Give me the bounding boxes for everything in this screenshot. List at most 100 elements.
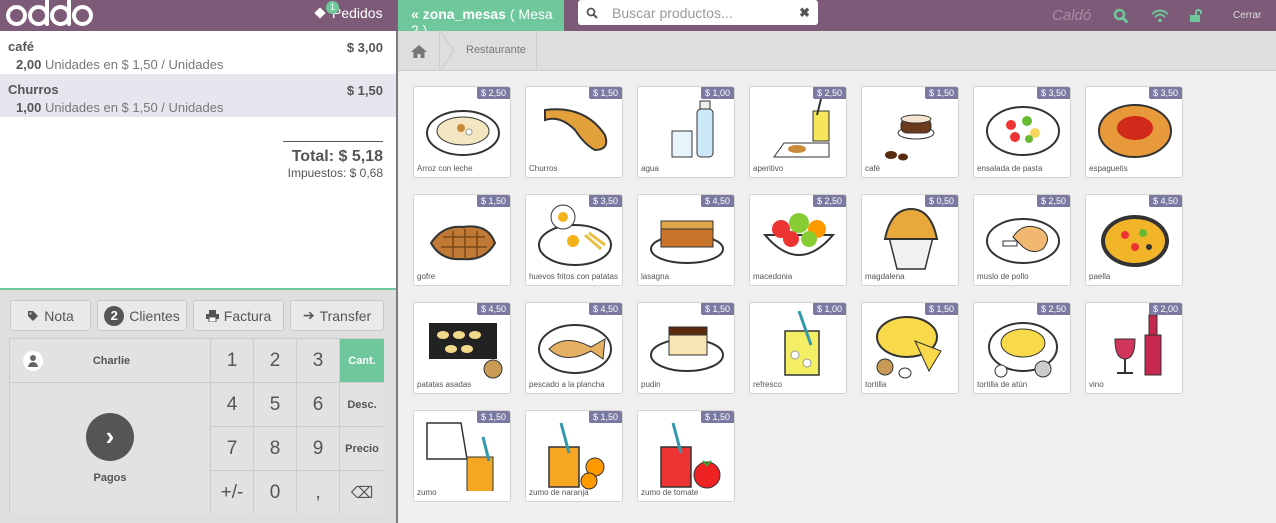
- product-tile[interactable]: $ 1,50 pudin: [637, 302, 735, 394]
- product-tile[interactable]: $ 4,50 pescado a la plancha: [525, 302, 623, 394]
- product-name: muslo de pollo: [977, 272, 1029, 281]
- product-tile[interactable]: $ 3,50 espaguetis: [1085, 86, 1183, 178]
- tuna-omelette-icon: [988, 322, 1058, 378]
- numpad-key-2[interactable]: 2: [254, 339, 296, 382]
- numpad-key-1[interactable]: 1: [211, 339, 253, 382]
- tomato-juice-icon: [660, 422, 721, 489]
- breadcrumb-category[interactable]: Restaurante: [466, 44, 526, 56]
- product-price: $ 1,50: [476, 411, 510, 423]
- product-tile[interactable]: $ 3,50 ensalada de pasta: [973, 86, 1071, 178]
- product-price: $ 4,50: [476, 303, 510, 315]
- order-line[interactable]: café $ 3,00 2,00 Unidades en $ 1,50 / Un…: [0, 31, 396, 74]
- product-tile[interactable]: $ 2,50 macedonia: [749, 194, 847, 286]
- numpad-key-7[interactable]: 7: [211, 427, 253, 470]
- numpad-key-plus-minus[interactable]: +/-: [211, 471, 253, 514]
- customer-name: Charlie: [92, 354, 131, 367]
- note-button[interactable]: Nota: [10, 300, 91, 331]
- product-tile[interactable]: $ 1,00 refresco: [749, 302, 847, 394]
- product-name: gofre: [417, 272, 436, 281]
- product-tile[interactable]: $ 1,50 zumo de naranja: [525, 410, 623, 502]
- username[interactable]: Caldó: [1052, 0, 1091, 31]
- unlock-icon[interactable]: [1189, 0, 1203, 31]
- product-price: $ 1,50: [924, 303, 958, 315]
- search-box[interactable]: Buscar productos... ✖: [578, 0, 818, 25]
- product-tile[interactable]: $ 2,50 tortilla de atún: [973, 302, 1071, 394]
- order-lines: café $ 3,00 2,00 Unidades en $ 1,50 / Un…: [0, 31, 396, 288]
- customer-button[interactable]: Charlie: [10, 339, 210, 382]
- churros-icon: [544, 108, 608, 152]
- numpad-key-0[interactable]: 0: [254, 471, 296, 514]
- search-icon: [586, 7, 598, 19]
- product-tile[interactable]: $ 1,50 zumo de tomate: [637, 410, 735, 502]
- close-button[interactable]: Cerrar: [1233, 0, 1261, 31]
- product-price: $ 4,50: [588, 303, 622, 315]
- product-name: patatas asadas: [417, 380, 472, 389]
- backspace-icon[interactable]: ⌫: [340, 471, 384, 514]
- product-tile[interactable]: $ 3,50 huevos fritos con patatas: [525, 194, 623, 286]
- numpad-key-comma[interactable]: ,: [297, 471, 339, 514]
- home-icon[interactable]: [398, 31, 440, 71]
- product-name: zumo de naranja: [529, 488, 589, 497]
- top-bar: 1 Pedidos « zona_mesas ( Mesa 2 ) Buscar…: [0, 0, 1276, 38]
- wine-icon: [1114, 314, 1162, 376]
- product-tile[interactable]: $ 1,00 agua: [637, 86, 735, 178]
- numpad-key-4[interactable]: 4: [211, 383, 253, 426]
- product-price: $ 1,00: [700, 87, 734, 99]
- numpad-key-9[interactable]: 9: [297, 427, 339, 470]
- breadcrumb-chevron-icon: [440, 31, 455, 71]
- numpad-key-8[interactable]: 8: [254, 427, 296, 470]
- numpad-key-6[interactable]: 6: [297, 383, 339, 426]
- chicken-leg-icon: [986, 218, 1060, 264]
- invoice-button[interactable]: Factura: [193, 300, 284, 331]
- orders-button[interactable]: 1 Pedidos: [314, 1, 383, 21]
- barcode-scan-icon[interactable]: [1113, 0, 1129, 31]
- mode-price[interactable]: Precio: [340, 427, 384, 470]
- wifi-icon[interactable]: [1151, 0, 1169, 31]
- back-chevron-icon: «: [411, 6, 419, 22]
- search-input[interactable]: Buscar productos...: [612, 5, 799, 21]
- mode-discount[interactable]: Desc.: [340, 383, 384, 426]
- product-tile[interactable]: $ 1,50 gofre: [413, 194, 511, 286]
- order-line-price: $ 1,50: [346, 83, 383, 98]
- order-line-detail: Unidades en $ 1,50 / Unidades: [44, 57, 224, 72]
- breadcrumb-divider: [536, 31, 537, 71]
- product-price: $ 2,50: [476, 87, 510, 99]
- product-tile[interactable]: $ 1,50 zumo: [413, 410, 511, 502]
- product-price: $ 1,50: [588, 411, 622, 423]
- product-tile[interactable]: $ 4,50 lasagna: [637, 194, 735, 286]
- numpad-key-5[interactable]: 5: [254, 383, 296, 426]
- product-tile[interactable]: $ 2,50 muslo de pollo: [973, 194, 1071, 286]
- waffle-icon: [429, 225, 497, 261]
- product-tile[interactable]: $ 2,00 vino: [1085, 302, 1183, 394]
- product-price: $ 1,00: [812, 303, 846, 315]
- mode-quantity[interactable]: Cant.: [340, 339, 384, 382]
- zone-name: zona_mesas: [422, 6, 506, 22]
- order-line-product: café: [8, 39, 35, 54]
- product-tile[interactable]: $ 0,50 magdalena: [861, 194, 959, 286]
- product-tile[interactable]: $ 4,50 patatas asadas: [413, 302, 511, 394]
- product-name: pescado a la plancha: [529, 380, 605, 389]
- payment-button[interactable]: › Pagos: [10, 383, 210, 514]
- order-line-selected[interactable]: Churros $ 1,50 1,00 Unidades en $ 1,50 /…: [0, 74, 396, 117]
- transfer-label: Transfer: [319, 307, 372, 324]
- clear-search-icon[interactable]: ✖: [799, 5, 810, 21]
- print-icon: [205, 309, 219, 322]
- product-price: $ 4,50: [700, 195, 734, 207]
- guests-button[interactable]: 2 Clientes: [97, 300, 187, 331]
- product-name: lasagna: [641, 272, 670, 281]
- numpad-key-3[interactable]: 3: [297, 339, 339, 382]
- product-price: $ 3,50: [1036, 87, 1070, 99]
- product-tile[interactable]: $ 2,50 aperitivo: [749, 86, 847, 178]
- invoice-label: Factura: [223, 307, 272, 324]
- guests-count: 2: [104, 305, 125, 326]
- pasta-salad-icon: [986, 106, 1060, 156]
- product-tile[interactable]: $ 1,50 tortilla: [861, 302, 959, 394]
- product-tile[interactable]: $ 1,50 Churros: [525, 86, 623, 178]
- roast-potatoes-icon: [429, 323, 503, 379]
- table-tab[interactable]: « zona_mesas ( Mesa 2 ): [398, 0, 564, 38]
- product-tile[interactable]: $ 2,50 Arroz con leche: [413, 86, 511, 178]
- product-tile[interactable]: $ 1,50 café: [861, 86, 959, 178]
- product-tile[interactable]: $ 4,50 paella: [1085, 194, 1183, 286]
- transfer-button[interactable]: ➔ Transfer: [290, 300, 384, 331]
- product-name: agua: [641, 164, 659, 173]
